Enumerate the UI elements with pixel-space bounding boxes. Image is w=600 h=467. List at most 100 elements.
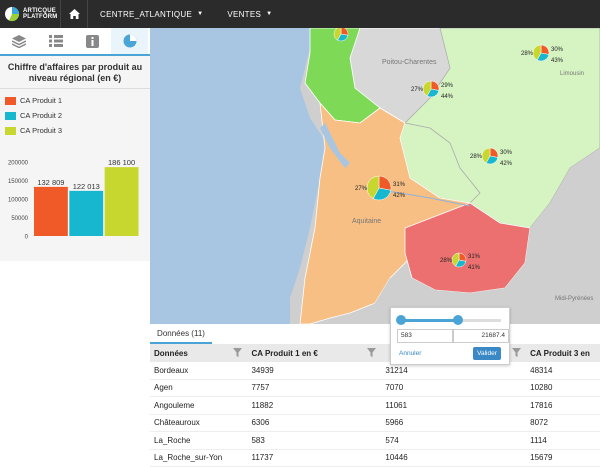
chevron-down-icon: ▼ (197, 11, 204, 17)
table-cell: 11061 (381, 396, 527, 415)
legend-swatch (5, 126, 16, 135)
sales-menu-label: VENTES (227, 9, 262, 19)
table-row[interactable]: La_Roche_sur-Yon 11737 10446 15679 (150, 449, 600, 467)
column-header-label: CA Produit 1 en € (251, 348, 318, 358)
pie-percent-label: 28% (521, 51, 534, 57)
pie-percent-label: 42% (393, 193, 406, 199)
pie-percent-label: 27% (355, 186, 368, 192)
table-cell: 8072 (526, 414, 600, 432)
chart-legend: CA Produit 1 CA Produit 2 CA Produit 3 (0, 89, 150, 138)
pie-percent-label: 31% (468, 254, 481, 260)
map-label-midi-pyrenees: Midi-Pyrénées (555, 296, 593, 302)
range-slider-min-handle[interactable] (396, 315, 406, 325)
pie-percent-label: 27% (411, 87, 424, 93)
range-max-input[interactable]: 21687.4 (453, 329, 509, 343)
validate-button[interactable]: Valider (473, 347, 501, 360)
pie-chart-icon (123, 34, 136, 48)
pie-percent-label: 29% (441, 83, 454, 89)
logo-text-line2: PLATFORM (23, 14, 58, 20)
range-filter-popup: 583 21687.4 Annuler Valider (390, 307, 510, 365)
column-header-label: CA Produit 3 en (530, 348, 590, 358)
legend-label: CA Produit 2 (20, 111, 63, 120)
table-row[interactable]: Angouleme 11882 11061 17816 (150, 396, 600, 415)
pie-percent-label: 41% (468, 265, 481, 271)
home-button[interactable] (60, 0, 88, 28)
home-icon (68, 9, 80, 19)
map-canvas[interactable]: Poitou-Charentes Limousin Aquitaine Midi… (150, 28, 600, 324)
table-row[interactable]: Châteauroux 6306 5966 8072 (150, 414, 600, 432)
range-slider-max-handle[interactable] (453, 315, 463, 325)
table-cell: 5966 (381, 414, 527, 432)
data-panel: Données (11) Données CA Produit 1 en € C… (150, 324, 600, 467)
legend-item: CA Produit 3 (5, 123, 150, 138)
chart-panel: Chiffre d'affaires par produit au niveau… (0, 56, 150, 261)
logo-mark-icon (5, 7, 20, 22)
table-cell: 574 (381, 431, 527, 450)
table-header-row: Données CA Produit 1 en € CA Produit 3 e… (150, 344, 600, 362)
table-cell: 11882 (247, 396, 382, 415)
top-bar: ARTICQUE PLATFORM CENTRE_ATLANTIQUE ▼ VE… (0, 0, 600, 28)
table-cell: Angouleme (150, 396, 248, 415)
bar-value-label: 132 809 (37, 178, 64, 187)
table-cell: 6306 (247, 414, 382, 432)
chevron-down-icon: ▼ (266, 11, 273, 17)
sidebar-tabs (0, 28, 150, 56)
table-cell: 7070 (381, 379, 527, 397)
table-cell: 10446 (381, 449, 527, 467)
layers-icon (11, 34, 26, 48)
filter-icon[interactable] (233, 348, 243, 357)
y-tick-label: 100000 (8, 198, 29, 204)
info-icon (86, 34, 99, 48)
map[interactable]: Poitou-Charentes Limousin Aquitaine Midi… (150, 28, 600, 324)
map-label-poitou: Poitou-Charentes (382, 59, 437, 66)
pie-percent-label: 31% (393, 182, 406, 188)
legend-label: CA Produit 1 (20, 96, 63, 105)
legend-swatch (5, 111, 16, 120)
table-row[interactable]: Agen 7757 7070 10280 (150, 379, 600, 397)
pie-percent-label: 28% (440, 258, 453, 264)
bar (69, 190, 104, 236)
column-header[interactable]: CA Produit 1 en € (247, 344, 382, 362)
range-min-input[interactable]: 583 (397, 329, 453, 343)
region-menu[interactable]: CENTRE_ATLANTIQUE ▼ (88, 0, 215, 28)
filter-icon[interactable] (367, 348, 377, 357)
map-label-limousin: Limousin (560, 71, 584, 77)
map-label-aquitaine: Aquitaine (352, 218, 381, 225)
list-icon (48, 35, 63, 47)
table-row[interactable]: La_Roche 583 574 1114 (150, 431, 600, 450)
table-cell: 17816 (526, 396, 600, 415)
pie-percent-label: 28% (470, 154, 483, 160)
filter-icon[interactable] (512, 348, 522, 357)
tab-list[interactable] (37, 28, 74, 54)
column-header[interactable]: CA Produit 3 en (526, 344, 600, 362)
tab-info[interactable] (74, 28, 111, 54)
pie-percent-label: 30% (551, 47, 564, 53)
legend-swatch (5, 96, 16, 105)
bar-chart: 200000 150000 100000 50000 0 132 809 122 013 18… (8, 158, 139, 241)
tab-data[interactable]: Données (11) (150, 324, 212, 344)
bar (34, 186, 68, 236)
tab-chart[interactable] (111, 28, 148, 54)
pie-percent-label: 43% (551, 58, 564, 64)
column-header-label: Données (154, 348, 188, 358)
table-row[interactable]: Bordeaux 34939 31214 48314 (150, 362, 600, 380)
range-slider-fill (401, 319, 458, 322)
chart-panel-title: Chiffre d'affaires par produit au niveau… (0, 56, 150, 89)
table-cell: 583 (247, 431, 382, 450)
data-table: Données CA Produit 1 en € CA Produit 3 e… (150, 344, 600, 467)
y-tick-label: 0 (25, 235, 29, 241)
table-cell: 11737 (247, 449, 382, 467)
legend-item: CA Produit 1 (5, 93, 150, 108)
bar-value-label: 186 100 (108, 158, 135, 167)
bar-value-label: 122 013 (73, 182, 100, 191)
column-header[interactable]: Données (150, 344, 248, 362)
tab-layers[interactable] (0, 28, 37, 54)
sales-menu[interactable]: VENTES ▼ (215, 0, 284, 28)
table-cell: 10280 (526, 379, 600, 397)
region-menu-label: CENTRE_ATLANTIQUE (100, 9, 193, 19)
sidebar: Chiffre d'affaires par produit au niveau… (0, 28, 150, 450)
logo: ARTICQUE PLATFORM (0, 6, 60, 22)
table-cell: 34939 (247, 362, 382, 380)
table-cell: 1114 (526, 431, 600, 450)
cancel-button[interactable]: Annuler (399, 350, 421, 357)
